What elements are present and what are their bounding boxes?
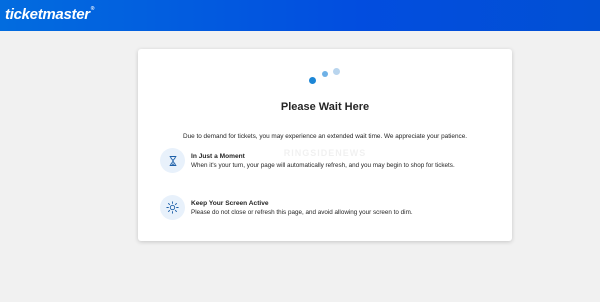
hourglass-icon bbox=[160, 148, 185, 173]
info-item-title: In Just a Moment bbox=[191, 153, 245, 160]
page-title: Please Wait Here bbox=[280, 101, 370, 113]
wait-intro-text: Due to demand for tickets, you may exper… bbox=[182, 133, 468, 140]
top-header-bar: ticketmaster® bbox=[0, 0, 600, 31]
registered-mark: ® bbox=[90, 6, 95, 12]
info-item-description: Please do not close or refresh this page… bbox=[191, 209, 413, 216]
info-item-keep-screen-active: Keep Your Screen Active Please do not cl… bbox=[160, 195, 500, 223]
spinner-dot-1 bbox=[309, 77, 316, 84]
info-item-title: Keep Your Screen Active bbox=[191, 200, 269, 207]
waiting-room-card: Please Wait Here Due to demand for ticke… bbox=[138, 49, 512, 241]
spinner-dot-3 bbox=[333, 68, 340, 75]
loading-spinner bbox=[138, 49, 512, 94]
brightness-icon bbox=[160, 195, 185, 220]
logo-text: ticketmaster bbox=[5, 6, 90, 23]
ticketmaster-logo[interactable]: ticketmaster® bbox=[5, 6, 95, 23]
info-item-just-a-moment: In Just a Moment When it's your turn, yo… bbox=[160, 148, 500, 176]
info-item-description: When it's your turn, your page will auto… bbox=[191, 162, 455, 169]
spinner-dot-2 bbox=[322, 71, 328, 77]
